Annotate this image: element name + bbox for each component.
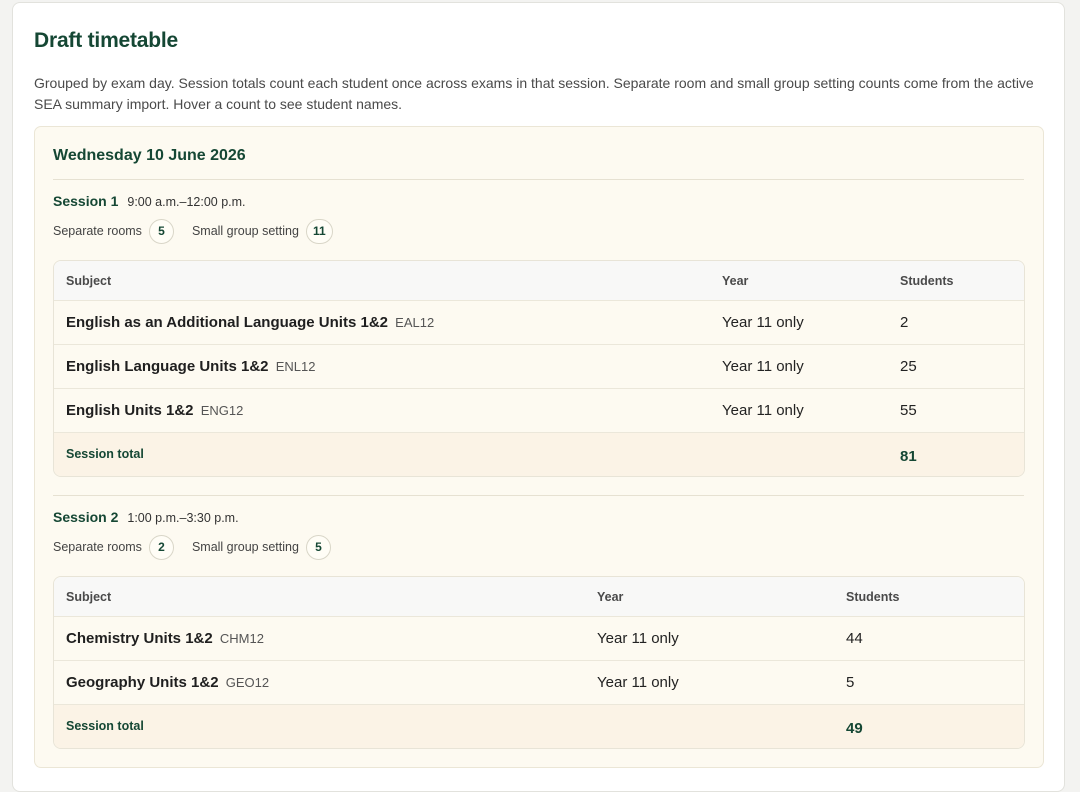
session-total-row: Session total 81	[54, 432, 1024, 476]
session-table: Subject Year Students English as an Addi…	[53, 260, 1025, 477]
subject-cell: English Language Units 1&2 ENL12	[54, 358, 710, 375]
session-total-count[interactable]: 81	[888, 433, 1024, 465]
subject-cell: English as an Additional Language Units …	[54, 314, 710, 331]
session-total-count[interactable]: 49	[834, 705, 1024, 737]
session-header: Session 1 9:00 a.m.–12:00 p.m.	[53, 193, 1025, 213]
table-row: English Units 1&2 ENG12 Year 11 only 55	[54, 388, 1024, 432]
subject-cell: English Units 1&2 ENG12	[54, 402, 710, 419]
session-counts: Separate rooms 2 Small group setting 5	[53, 534, 1025, 560]
table-header-row: Subject Year Students	[54, 577, 1024, 616]
session-label: Session 1	[53, 193, 119, 209]
separate-rooms-label: Separate rooms	[53, 224, 142, 238]
students-count[interactable]: 2	[888, 314, 1024, 331]
column-header-students: Students	[900, 273, 954, 288]
subject-name: English Language Units 1&2	[66, 358, 269, 375]
session-2: Session 2 1:00 p.m.–3:30 p.m. Separate r…	[53, 509, 1025, 749]
day-divider	[53, 179, 1024, 180]
table-row: English as an Additional Language Units …	[54, 300, 1024, 344]
subject-name: Chemistry Units 1&2	[66, 630, 213, 647]
subject-code: ENG12	[200, 403, 244, 418]
subject-code: CHM12	[219, 631, 264, 646]
small-group-label: Small group setting	[191, 224, 299, 238]
session-label: Session 2	[53, 509, 119, 525]
session-time: 1:00 p.m.–3:30 p.m.	[127, 511, 239, 525]
subject-code: EAL12	[395, 315, 435, 330]
table-row: Geography Units 1&2 GEO12 Year 11 only 5	[54, 660, 1024, 704]
subject-cell: Geography Units 1&2 GEO12	[54, 674, 585, 691]
session-counts: Separate rooms 5 Small group setting 11	[53, 218, 1025, 244]
column-header-year: Year	[597, 589, 624, 604]
session-1: Session 1 9:00 a.m.–12:00 p.m. Separate …	[53, 193, 1025, 477]
students-count[interactable]: 44	[834, 630, 1024, 647]
page-title: Draft timetable	[34, 29, 179, 52]
subject-name: English as an Additional Language Units …	[66, 314, 388, 331]
table-row: Chemistry Units 1&2 CHM12 Year 11 only 4…	[54, 616, 1024, 660]
exam-day-panel: Wednesday 10 June 2026 Session 1 9:00 a.…	[34, 126, 1044, 768]
students-count[interactable]: 55	[888, 402, 1024, 419]
separate-rooms-count[interactable]: 5	[148, 218, 174, 244]
students-count[interactable]: 25	[888, 358, 1024, 375]
subject-name: English Units 1&2	[66, 402, 194, 419]
draft-timetable-card: Draft timetable Grouped by exam day. Ses…	[12, 2, 1065, 792]
session-header: Session 2 1:00 p.m.–3:30 p.m.	[53, 509, 1025, 529]
subject-cell: Chemistry Units 1&2 CHM12	[54, 630, 585, 647]
exam-day-title: Wednesday 10 June 2026	[53, 147, 246, 164]
table-row: English Language Units 1&2 ENL12 Year 11…	[54, 344, 1024, 388]
students-count[interactable]: 5	[834, 674, 1024, 691]
column-header-subject: Subject	[66, 273, 112, 288]
column-header-subject: Subject	[66, 589, 112, 604]
subject-code: GEO12	[225, 675, 270, 690]
table-header-row: Subject Year Students	[54, 261, 1024, 300]
small-group-count[interactable]: 5	[305, 534, 331, 560]
separate-rooms-label: Separate rooms	[53, 540, 142, 554]
year-cell: Year 11 only	[722, 314, 804, 331]
year-cell: Year 11 only	[722, 358, 804, 375]
small-group-count[interactable]: 11	[305, 218, 333, 244]
session-table: Subject Year Students Chemistry Units 1&…	[53, 576, 1025, 749]
column-header-students: Students	[846, 589, 900, 604]
session-divider	[53, 495, 1024, 496]
session-total-row: Session total 49	[54, 704, 1024, 748]
column-header-year: Year	[722, 273, 749, 288]
subject-code: ENL12	[275, 359, 316, 374]
year-cell: Year 11 only	[597, 674, 679, 691]
year-cell: Year 11 only	[597, 630, 679, 647]
separate-rooms-count[interactable]: 2	[148, 534, 174, 560]
session-total-label: Session total	[66, 447, 144, 461]
small-group-label: Small group setting	[191, 540, 299, 554]
session-total-label: Session total	[66, 719, 144, 733]
intro-text: Grouped by exam day. Session totals coun…	[34, 75, 1034, 112]
year-cell: Year 11 only	[722, 402, 804, 419]
subject-name: Geography Units 1&2	[66, 674, 219, 691]
session-time: 9:00 a.m.–12:00 p.m.	[127, 195, 246, 209]
